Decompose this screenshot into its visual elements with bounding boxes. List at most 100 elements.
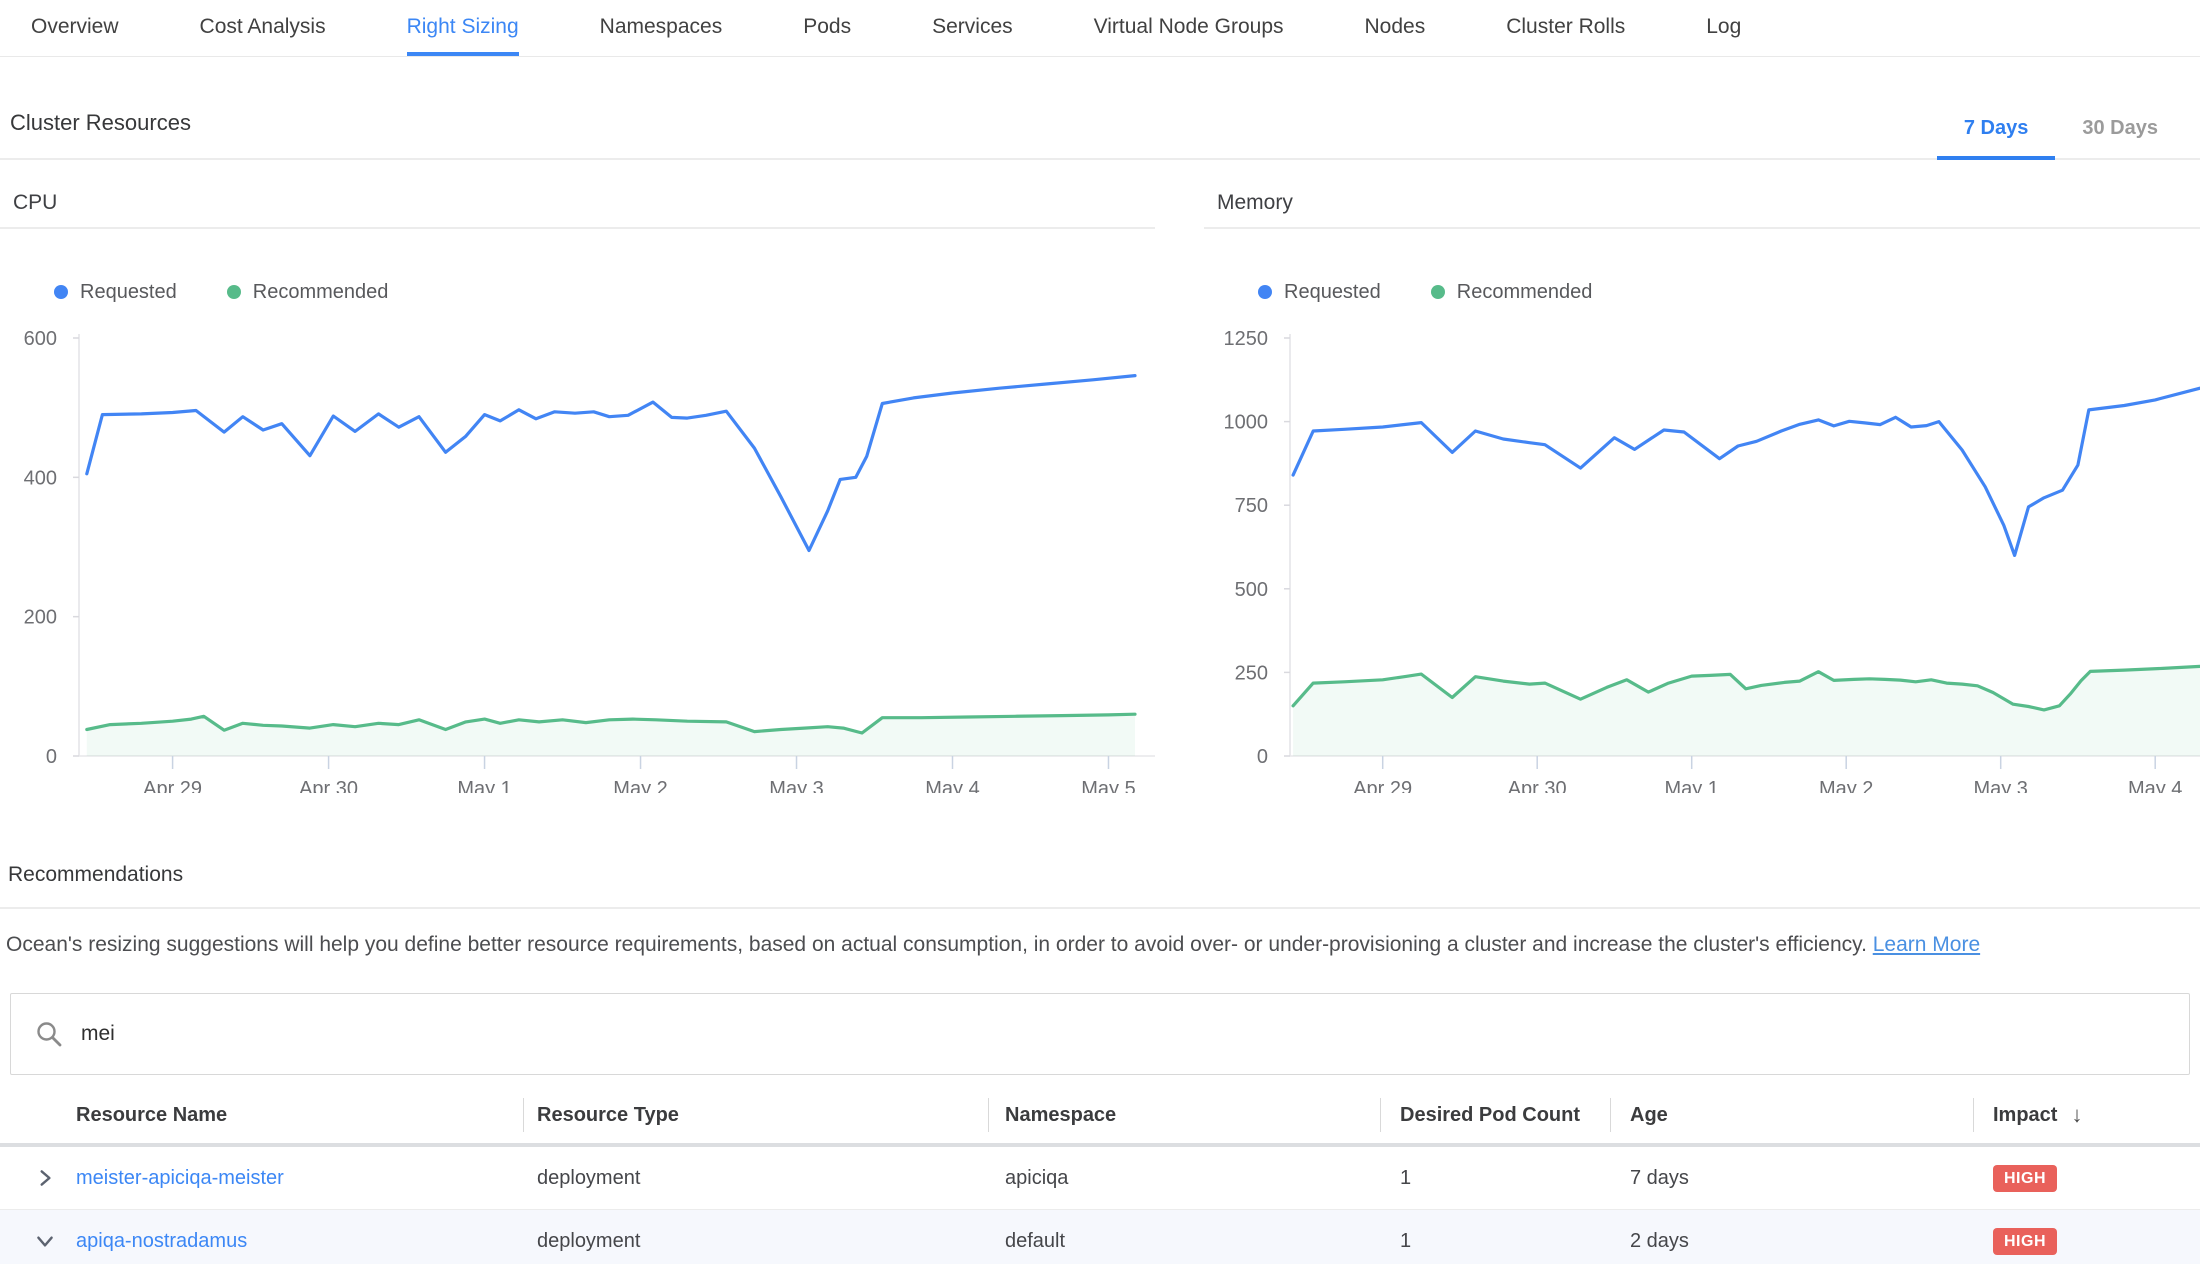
- chevron-down-icon[interactable]: [34, 1230, 56, 1252]
- header-impact[interactable]: Impact ↓: [1973, 1087, 2200, 1143]
- svg-text:Apr 30: Apr 30: [299, 778, 358, 793]
- impact-cell: HIGH: [1973, 1165, 2200, 1192]
- table-body: meister-apiciqa-meister deployment apici…: [0, 1147, 2200, 1264]
- svg-text:600: 600: [24, 328, 57, 350]
- cpu-chart-title: CPU: [0, 191, 1155, 229]
- legend-item-requested: Requested: [1258, 281, 1381, 304]
- svg-text:May 2: May 2: [1819, 778, 1873, 793]
- cpu-chart-legend: Requested Recommended: [0, 279, 1155, 305]
- resource-name-cell: apiqa-nostradamus: [62, 1230, 523, 1253]
- svg-text:Apr 29: Apr 29: [143, 778, 202, 793]
- resource-name-link[interactable]: apiqa-nostradamus: [76, 1230, 247, 1252]
- recommended-dot-icon: [1431, 285, 1445, 299]
- svg-text:250: 250: [1235, 662, 1268, 684]
- legend-label: Recommended: [1457, 281, 1593, 304]
- table-header-row: Resource Name Resource Type Namespace De…: [0, 1087, 2200, 1147]
- svg-text:0: 0: [1257, 746, 1268, 768]
- svg-text:May 5: May 5: [1081, 778, 1135, 793]
- resource-type-cell: deployment: [523, 1230, 988, 1253]
- desired-pod-count-cell: 1: [1380, 1230, 1610, 1253]
- svg-text:0: 0: [46, 746, 57, 768]
- svg-text:Apr 29: Apr 29: [1353, 778, 1412, 793]
- recommendations-description: Ocean's resizing suggestions will help y…: [0, 933, 2200, 957]
- legend-label: Recommended: [253, 281, 389, 304]
- svg-text:1000: 1000: [1224, 412, 1269, 434]
- tab-namespaces[interactable]: Namespaces: [600, 0, 723, 56]
- row-expander-cell: [0, 1230, 62, 1252]
- recommendations-table: Resource Name Resource Type Namespace De…: [0, 1087, 2200, 1264]
- cluster-resources-header: Cluster Resources 7 Days 30 Days: [0, 57, 2200, 160]
- svg-text:400: 400: [24, 467, 57, 489]
- namespace-cell: apiciqa: [988, 1167, 1380, 1190]
- table-row[interactable]: apiqa-nostradamus deployment default 1 2…: [0, 1210, 2200, 1264]
- tab-right-sizing[interactable]: Right Sizing: [407, 0, 519, 56]
- svg-text:May 4: May 4: [925, 778, 979, 793]
- memory-line-chart: 0 250 500 750 1000 1250 Apr 29 Apr 30 May 1 May 2…: [1204, 323, 2200, 793]
- learn-more-link[interactable]: Learn More: [1873, 933, 1980, 956]
- tab-log[interactable]: Log: [1706, 0, 1741, 56]
- legend-item-recommended: Recommended: [1431, 281, 1593, 304]
- resource-name-link[interactable]: meister-apiciqa-meister: [76, 1167, 284, 1189]
- chevron-right-icon[interactable]: [34, 1167, 56, 1189]
- memory-chart-section: Memory Requested Recommended 0 250 500 750 1…: [1204, 160, 2200, 793]
- svg-text:May 1: May 1: [457, 778, 511, 793]
- svg-text:1250: 1250: [1224, 328, 1269, 350]
- cpu-line-chart: 0 200 400 600 Apr 29 Apr 30 May 1 May 2 May 3 May…: [0, 323, 1155, 793]
- svg-text:May 3: May 3: [769, 778, 823, 793]
- svg-text:500: 500: [1235, 579, 1268, 601]
- tab-overview[interactable]: Overview: [31, 0, 119, 56]
- search-icon: [35, 1020, 63, 1048]
- age-cell: 7 days: [1610, 1167, 1973, 1190]
- sort-descending-icon[interactable]: ↓: [2071, 1102, 2082, 1128]
- row-expander-cell: [0, 1167, 62, 1189]
- cpu-chart-section: CPU Requested Recommended 0 200 400 600 Apr …: [0, 160, 1155, 793]
- svg-text:750: 750: [1235, 495, 1268, 517]
- legend-item-recommended: Recommended: [227, 281, 389, 304]
- header-age[interactable]: Age: [1610, 1087, 1973, 1143]
- desired-pod-count-cell: 1: [1380, 1167, 1610, 1190]
- header-chevron-spacer: [0, 1087, 62, 1143]
- legend-label: Requested: [80, 281, 177, 304]
- period-30-days[interactable]: 30 Days: [2055, 117, 2185, 160]
- resource-type-cell: deployment: [523, 1167, 988, 1190]
- search-input[interactable]: [81, 1022, 2165, 1046]
- search-box: [10, 993, 2190, 1075]
- period-7-days[interactable]: 7 Days: [1937, 117, 2056, 160]
- svg-text:May 3: May 3: [1973, 778, 2027, 793]
- memory-chart-legend: Requested Recommended: [1204, 279, 2200, 305]
- header-resource-name[interactable]: Resource Name: [62, 1087, 523, 1143]
- tab-services[interactable]: Services: [932, 0, 1013, 56]
- legend-item-requested: Requested: [54, 281, 177, 304]
- requested-dot-icon: [54, 285, 68, 299]
- impact-badge: HIGH: [1993, 1228, 2057, 1255]
- impact-badge: HIGH: [1993, 1165, 2057, 1192]
- tab-cluster-rolls[interactable]: Cluster Rolls: [1506, 0, 1625, 56]
- resource-name-cell: meister-apiciqa-meister: [62, 1167, 523, 1190]
- svg-text:Apr 30: Apr 30: [1508, 778, 1567, 793]
- recommended-dot-icon: [227, 285, 241, 299]
- header-namespace[interactable]: Namespace: [988, 1087, 1380, 1143]
- svg-text:200: 200: [24, 607, 57, 629]
- recommendations-title: Recommendations: [0, 863, 2200, 909]
- table-row[interactable]: meister-apiciqa-meister deployment apici…: [0, 1147, 2200, 1210]
- svg-text:May 1: May 1: [1664, 778, 1718, 793]
- namespace-cell: default: [988, 1230, 1380, 1253]
- cluster-resources-title: Cluster Resources: [10, 110, 191, 136]
- tab-pods[interactable]: Pods: [803, 0, 851, 56]
- header-desired-pod-count[interactable]: Desired Pod Count: [1380, 1087, 1610, 1143]
- charts-row: CPU Requested Recommended 0 200 400 600 Apr …: [0, 160, 2200, 793]
- legend-label: Requested: [1284, 281, 1381, 304]
- header-resource-type[interactable]: Resource Type: [523, 1087, 988, 1143]
- period-toggle: 7 Days 30 Days: [1937, 117, 2185, 160]
- tab-bar: Overview Cost Analysis Right Sizing Namespa…: [0, 0, 2200, 57]
- header-impact-label: Impact: [1993, 1104, 2057, 1127]
- tab-cost-analysis[interactable]: Cost Analysis: [200, 0, 326, 56]
- memory-chart-title: Memory: [1204, 191, 2200, 229]
- impact-cell: HIGH: [1973, 1228, 2200, 1255]
- tab-virtual-node-groups[interactable]: Virtual Node Groups: [1094, 0, 1284, 56]
- age-cell: 2 days: [1610, 1230, 1973, 1253]
- svg-text:May 2: May 2: [613, 778, 667, 793]
- requested-dot-icon: [1258, 285, 1272, 299]
- svg-text:May 4: May 4: [2128, 778, 2182, 793]
- tab-nodes[interactable]: Nodes: [1365, 0, 1426, 56]
